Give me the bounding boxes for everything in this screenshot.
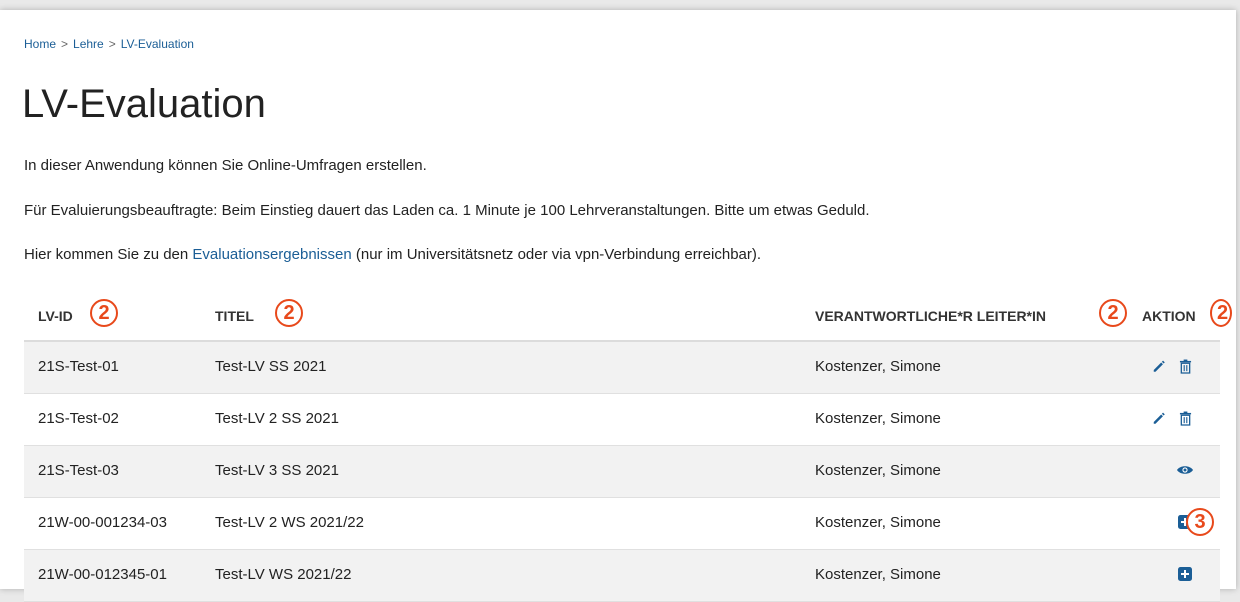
title-cell: Test-LV SS 2021 — [215, 358, 327, 375]
breadcrumb-lehre[interactable]: Lehre — [73, 37, 104, 51]
table-row: 21W-00-012345-01 Test-LV WS 2021/22 Kosten… — [24, 550, 1220, 602]
lvid-cell: 21S-Test-01 — [38, 358, 119, 375]
evaluation-table: LV-ID 2 TITEL 2 VERANTWORTLICHE*R LEITER… — [24, 280, 1232, 602]
actions-cell — [1150, 408, 1194, 428]
lvid-cell: 21W-00-001234-03 — [38, 514, 167, 531]
column-header-titel[interactable]: TITEL — [215, 308, 254, 324]
content-panel: Home > Lehre > LV-Evaluation LV-Evaluation I… — [0, 10, 1236, 602]
title-cell: Test-LV 3 SS 2021 — [215, 462, 339, 479]
actions-cell — [1176, 564, 1194, 584]
breadcrumb-home[interactable]: Home — [24, 37, 56, 51]
title-cell: Test-LV 2 SS 2021 — [215, 410, 339, 427]
evaluation-results-link[interactable]: Evaluationsergebnissen — [192, 246, 351, 263]
annotation-marker: 2 — [1210, 299, 1232, 327]
table-row: 21W-00-001234-03 Test-LV 2 WS 2021/22 Kost… — [24, 498, 1220, 550]
annotation-marker: 3 — [1186, 508, 1214, 536]
intro-line-2: Für Evaluierungsbeauftragte: Beim Einsti… — [24, 202, 870, 219]
breadcrumb-separator: > — [108, 37, 116, 51]
leader-cell: Kostenzer, Simone — [815, 462, 941, 479]
column-header-leiter[interactable]: VERANTWORTLICHE*R LEITER*IN — [815, 308, 1046, 324]
column-header-aktion[interactable]: AKTION — [1142, 308, 1196, 324]
breadcrumb-separator: > — [61, 37, 69, 51]
intro-line-3-suffix: (nur im Universitätsnetz oder via vpn-Ve… — [351, 246, 762, 263]
table-header: LV-ID 2 TITEL 2 VERANTWORTLICHE*R LEITER… — [24, 280, 1232, 342]
intro-line-1: In dieser Anwendung können Sie Online-Um… — [24, 157, 427, 174]
annotation-marker: 2 — [275, 299, 303, 327]
actions-cell — [1150, 356, 1194, 376]
leader-cell: Kostenzer, Simone — [815, 358, 941, 375]
annotation-marker: 2 — [90, 299, 118, 327]
breadcrumb: Home > Lehre > LV-Evaluation — [24, 37, 194, 51]
breadcrumb-current[interactable]: LV-Evaluation — [121, 37, 194, 51]
trash-icon[interactable] — [1176, 408, 1194, 428]
table-row: 21S-Test-01 Test-LV SS 2021 Kostenzer, Sim… — [24, 342, 1220, 394]
lvid-cell: 21S-Test-03 — [38, 462, 119, 479]
page-title: LV-Evaluation — [22, 82, 266, 126]
table-row: 21S-Test-03 Test-LV 3 SS 2021 Kostenzer, S… — [24, 446, 1220, 498]
annotation-marker: 2 — [1099, 299, 1127, 327]
leader-cell: Kostenzer, Simone — [815, 566, 941, 583]
table-body: 21S-Test-01 Test-LV SS 2021 Kostenzer, Sim… — [24, 342, 1220, 602]
lvid-cell: 21W-00-012345-01 — [38, 566, 167, 583]
lvid-cell: 21S-Test-02 — [38, 410, 119, 427]
eye-icon[interactable] — [1176, 460, 1194, 480]
pencil-icon[interactable] — [1150, 356, 1168, 376]
table-row: 21S-Test-02 Test-LV 2 SS 2021 Kostenzer, S… — [24, 394, 1220, 446]
intro-line-3: Hier kommen Sie zu den Evaluationsergebn… — [24, 246, 761, 263]
leader-cell: Kostenzer, Simone — [815, 514, 941, 531]
leader-cell: Kostenzer, Simone — [815, 410, 941, 427]
trash-icon[interactable] — [1176, 356, 1194, 376]
plus-square-icon[interactable] — [1176, 564, 1194, 584]
intro-line-3-text: Hier kommen Sie zu den — [24, 246, 193, 263]
actions-cell — [1176, 460, 1194, 480]
column-header-lvid[interactable]: LV-ID — [38, 308, 73, 324]
title-cell: Test-LV 2 WS 2021/22 — [215, 514, 364, 531]
title-cell: Test-LV WS 2021/22 — [215, 566, 352, 583]
pencil-icon[interactable] — [1150, 408, 1168, 428]
